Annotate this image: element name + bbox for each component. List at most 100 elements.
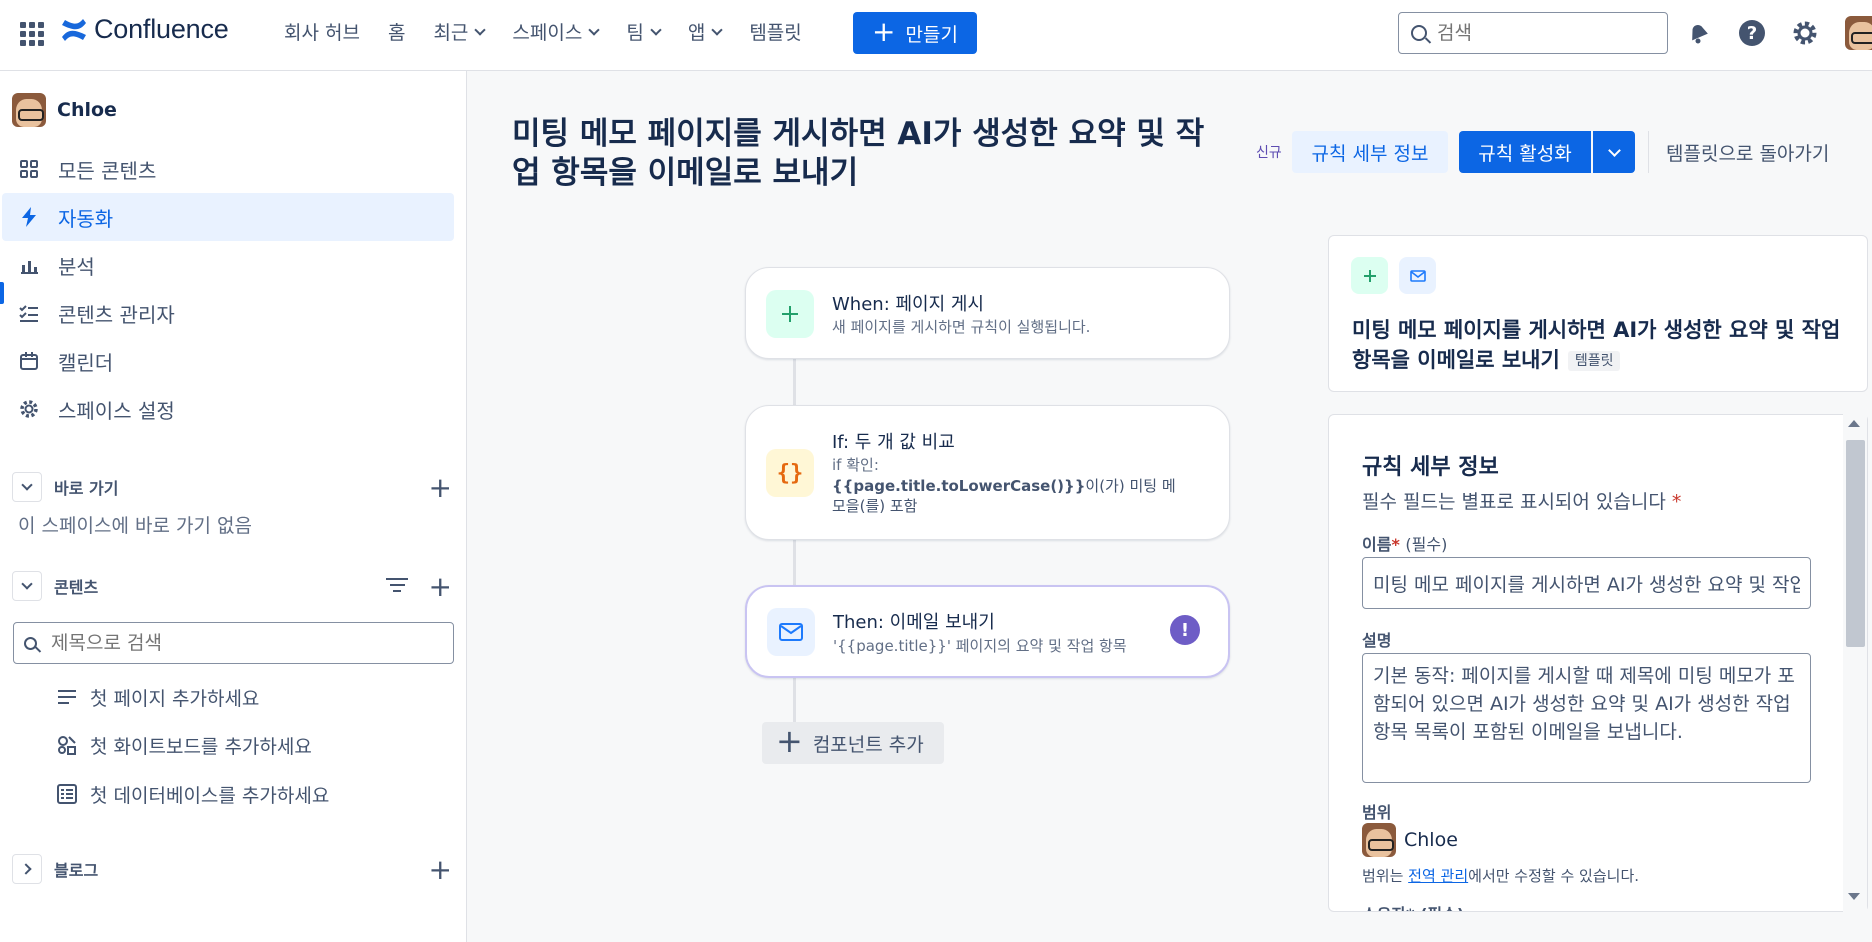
sidebar-item-space-settings[interactable]: 스페이스 설정 (2, 385, 454, 433)
braces-icon: {} (766, 449, 814, 497)
sidebar-item-content-manager[interactable]: 콘텐츠 관리자 (2, 289, 454, 337)
shortcuts-empty-text: 이 스페이스에 바로 가기 없음 (18, 515, 252, 537)
condition-card[interactable]: {} If: 두 개 값 비교 if 확인: {{page.title.toLo… (745, 405, 1230, 540)
scope-owner-name: Chloe (1404, 829, 1458, 851)
settings-icon[interactable] (1790, 18, 1820, 48)
plus-icon (766, 290, 814, 338)
content-item-label: 첫 화이트보드를 추가하세요 (90, 735, 312, 758)
space-header[interactable]: Chloe (12, 93, 117, 127)
content-item-page[interactable]: 첫 페이지 추가하세요 (56, 679, 259, 715)
confluence-logo-icon (62, 18, 86, 41)
plus-icon: + (872, 14, 896, 48)
rule-description-textarea[interactable]: 기본 동작: 페이지를 게시할 때 제목에 미팅 메모가 포함되어 있으면 AI… (1362, 653, 1811, 783)
nav-templates[interactable]: 템플릿 (749, 18, 801, 45)
action-card[interactable]: Then: 이메일 보내기 '{{page.title}}' 페이지의 요약 및… (745, 585, 1230, 678)
scroll-up-arrow-icon[interactable] (1848, 420, 1860, 427)
warning-icon[interactable]: ! (1170, 615, 1200, 645)
page-title: 미팅 메모 페이지를 게시하면 AI가 생성한 요약 및 작업 항목을 이메일로… (512, 116, 1205, 191)
chevron-down-icon (21, 578, 33, 590)
template-summary-title: 미팅 메모 페이지를 게시하면 AI가 생성한 요약 및 작업 항목을 이메일로… (1352, 315, 1852, 376)
search-icon (1411, 25, 1427, 41)
nav-label: 템플릿 (749, 22, 802, 44)
rule-name-input[interactable] (1362, 557, 1811, 609)
sidebar-item-calendar[interactable]: 캘린더 (2, 337, 454, 385)
activate-rule-button[interactable]: 규칙 활성화 (1459, 131, 1591, 173)
condition-title: If: 두 개 값 비교 (832, 432, 955, 453)
top-navigation: Confluence 회사 허브 홈 최근 스페이스 팀 앱 템플릿 + 만들기… (0, 0, 1872, 71)
trigger-card[interactable]: When: 페이지 게시 새 페이지를 게시하면 규칙이 실행됩니다. (745, 267, 1230, 359)
create-label: 만들기 (905, 23, 958, 46)
email-icon (1399, 257, 1436, 294)
divider (1648, 131, 1649, 173)
shortcuts-collapse-button[interactable] (12, 472, 42, 502)
sidebar-item-all-content[interactable]: 모든 콘텐츠 (2, 145, 454, 193)
template-summary-panel: 미팅 메모 페이지를 게시하면 AI가 생성한 요약 및 작업 항목을 이메일로… (1328, 235, 1868, 392)
global-search[interactable] (1398, 12, 1668, 54)
title-search-input[interactable] (49, 631, 429, 655)
nav-company-hub[interactable]: 회사 허브 (284, 18, 360, 45)
condition-check-label: if 확인: (832, 456, 879, 474)
profile-avatar[interactable] (1845, 16, 1872, 50)
action-subtitle: '{{page.title}}' 페이지의 요약 및 작업 항목 (833, 637, 1127, 655)
sidebar-item-label: 자동화 (58, 206, 114, 231)
nav-spaces[interactable]: 스페이스 (512, 18, 601, 45)
bar-chart-icon (18, 254, 40, 276)
plus-icon: + (776, 722, 803, 760)
condition-expression: {{page.title.toLowerCase()}}이(가) 미팅 메모을(… (832, 476, 1182, 516)
nav-label: 홈 (387, 22, 406, 44)
chevron-down-icon (1607, 143, 1621, 157)
shortcuts-section-header: 바로 가기 + (12, 469, 452, 505)
nav-label: 최근 (433, 22, 469, 44)
nav-label: 앱 (687, 22, 706, 44)
sidebar-item-label: 스페이스 설정 (58, 398, 175, 423)
global-admin-link[interactable]: 전역 관리 (1408, 867, 1468, 885)
add-component-button[interactable]: + 컴포넌트 추가 (762, 722, 944, 764)
nav-apps[interactable]: 앱 (687, 18, 723, 45)
nav-teams[interactable]: 팀 (626, 18, 662, 45)
confluence-logo[interactable]: Confluence (60, 14, 229, 45)
app-switcher-icon[interactable] (20, 22, 44, 46)
content-item-database[interactable]: 첫 데이터베이스를 추가하세요 (56, 776, 329, 812)
required-note-text: 필수 필드는 별표로 표시되어 있습니다 (1362, 491, 1666, 513)
add-content-button[interactable]: + (429, 570, 452, 603)
nav-home[interactable]: 홈 (388, 18, 405, 45)
nav-recent[interactable]: 최근 (433, 18, 487, 45)
required-text: (필수) (1405, 535, 1448, 554)
scroll-down-arrow-icon[interactable] (1848, 893, 1860, 900)
rule-details-button[interactable]: 규칙 세부 정보 (1292, 131, 1448, 173)
svg-text:?: ? (1747, 23, 1757, 44)
add-blog-button[interactable]: + (429, 853, 452, 886)
search-input[interactable] (1435, 21, 1635, 45)
help-icon[interactable]: ? (1737, 18, 1767, 48)
scope-owner: Chloe (1362, 823, 1458, 857)
chevron-down-icon (588, 23, 601, 36)
rule-details-heading: 규칙 세부 정보 (1362, 455, 1499, 480)
content-item-whiteboard[interactable]: 첫 화이트보드를 추가하세요 (56, 727, 312, 763)
plus-icon (1351, 257, 1388, 294)
trigger-title: When: 페이지 게시 (832, 294, 984, 315)
lightning-icon (18, 206, 40, 228)
content-item-label: 첫 데이터베이스를 추가하세요 (90, 784, 330, 807)
notifications-icon[interactable] (1683, 18, 1713, 48)
add-shortcut-button[interactable]: + (429, 471, 452, 504)
space-avatar (12, 93, 46, 127)
blog-expand-button[interactable] (12, 854, 42, 884)
required-asterisk: * (1671, 491, 1682, 513)
sidebar-item-automation[interactable]: 자동화 (2, 193, 454, 241)
sidebar-item-analytics[interactable]: 분석 (2, 241, 454, 289)
nav-label: 스페이스 (512, 22, 583, 44)
nav-label: 팀 (626, 22, 644, 44)
scrollbar-thumb[interactable] (1846, 440, 1865, 647)
back-to-templates-button[interactable]: 템플릿으로 돌아가기 (1666, 131, 1829, 173)
activate-options-button[interactable] (1593, 131, 1635, 173)
trigger-subtitle: 새 페이지를 게시하면 규칙이 실행됩니다. (832, 318, 1091, 336)
content-title-search[interactable] (13, 622, 454, 664)
content-section-header: 콘텐츠 + (12, 568, 452, 604)
whiteboard-icon (56, 734, 78, 756)
filter-icon[interactable] (386, 578, 408, 594)
content-collapse-button[interactable] (12, 571, 42, 601)
section-label: 블로그 (54, 861, 99, 880)
name-label: 이름* (필수) (1362, 531, 1447, 555)
create-button[interactable]: + 만들기 (853, 12, 977, 54)
chevron-right-icon (19, 863, 32, 875)
